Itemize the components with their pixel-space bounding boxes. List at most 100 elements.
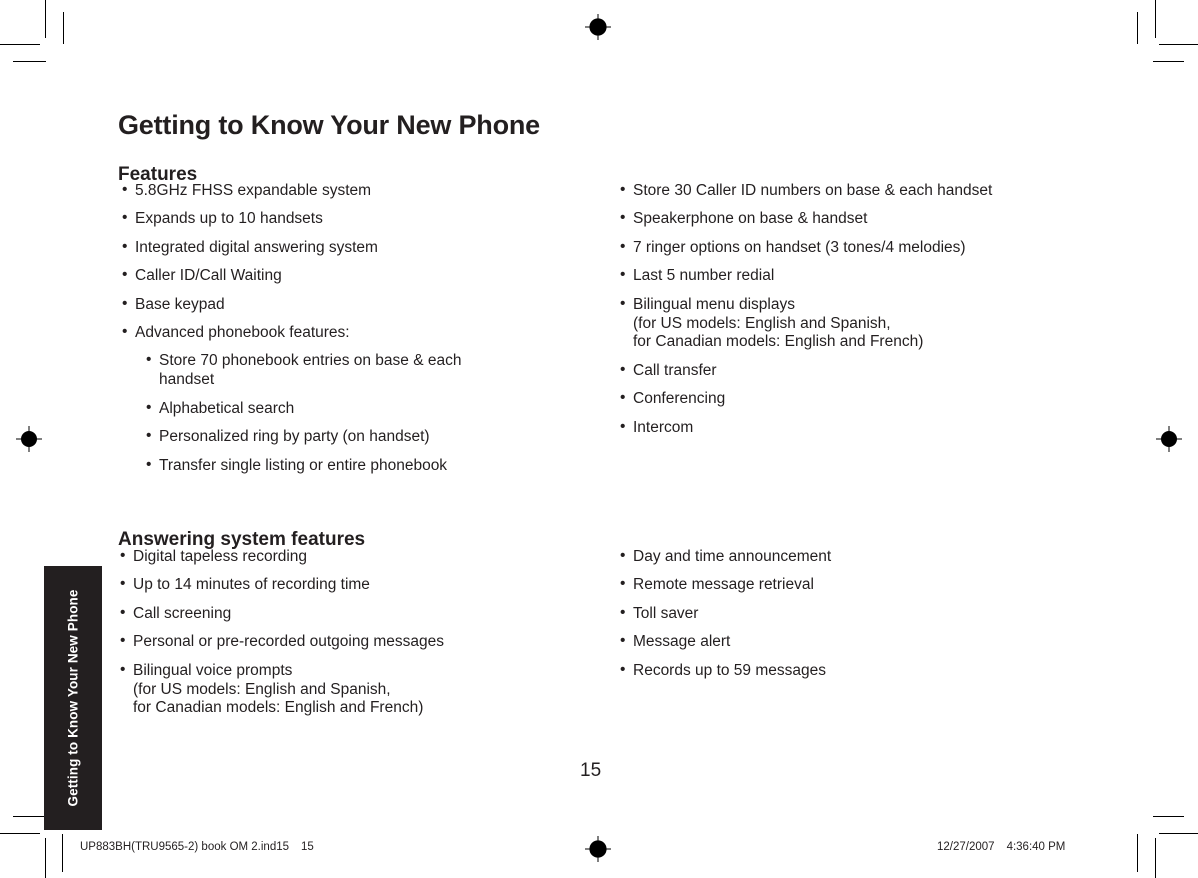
list-item-line: Advanced phonebook features: bbox=[135, 324, 350, 342]
crop-mark-bottom-left-horizontal-inner bbox=[13, 816, 46, 817]
list-item-line: Caller ID/Call Waiting bbox=[135, 267, 282, 285]
crop-mark-top-right-vertical-inner bbox=[1137, 12, 1138, 44]
crop-mark-top-right-horizontal-outer bbox=[1159, 44, 1198, 45]
list-item: Toll saver bbox=[620, 605, 1040, 624]
list-item: Conferencing bbox=[620, 390, 1090, 409]
list-item-line: Personal or pre-recorded outgoing messag… bbox=[133, 633, 445, 651]
list-item: Store 30 Caller ID numbers on base & eac… bbox=[620, 182, 1090, 201]
crop-mark-bottom-right-vertical-inner bbox=[1137, 834, 1138, 872]
list-item-line: for Canadian models: English and French) bbox=[633, 333, 924, 351]
list-item-line: Last 5 number redial bbox=[633, 267, 775, 285]
registration-mark-right-middle bbox=[1156, 426, 1182, 452]
list-item-line: Conferencing bbox=[633, 390, 726, 408]
list-item: Day and time announcement bbox=[620, 548, 1040, 567]
list-item-line: Day and time announcement bbox=[633, 548, 832, 565]
list-item-line: Bilingual voice prompts bbox=[133, 661, 293, 679]
crop-mark-bottom-right-horizontal-outer bbox=[1159, 833, 1198, 834]
list-item: Digital tapeless recording bbox=[120, 548, 590, 567]
list-item: Call screening bbox=[120, 605, 590, 624]
list-item: Base keypad bbox=[122, 296, 542, 315]
chapter-side-tab-label: Getting to Know Your New Phone bbox=[65, 589, 81, 807]
list-item: Personal or pre-recorded outgoing messag… bbox=[120, 633, 590, 652]
sub-list-item-line: Store 70 phonebook entries on base & eac… bbox=[159, 352, 462, 370]
footer-timestamp: 12/27/2007 4:36:40 PM bbox=[937, 841, 1065, 853]
list-item-line: Records up to 59 messages bbox=[633, 661, 826, 679]
list-item: Integrated digital answering system bbox=[122, 239, 542, 258]
list-item: Speakerphone on base & handset bbox=[620, 210, 1090, 229]
features-left-sublist: Store 70 phonebook entries on base & eac… bbox=[135, 352, 542, 475]
features-right-list: Store 30 Caller ID numbers on base & eac… bbox=[620, 182, 1090, 438]
crop-mark-top-left-horizontal-outer bbox=[0, 44, 40, 45]
answering-left-list: Digital tapeless recording Up to 14 minu… bbox=[120, 548, 590, 718]
list-item-line: 5.8GHz FHSS expandable system bbox=[135, 182, 372, 199]
list-item-line: Base keypad bbox=[135, 295, 225, 313]
crop-mark-bottom-left-vertical-outer bbox=[62, 834, 63, 872]
list-item: Bilingual voice prompts (for US models: … bbox=[120, 662, 590, 719]
answering-right-column: Day and time announcement Remote message… bbox=[620, 548, 1040, 681]
crop-mark-bottom-left-vertical-inner bbox=[45, 838, 46, 878]
sub-list-item-line: handset bbox=[159, 371, 215, 389]
list-item-line: Speakerphone on base & handset bbox=[633, 210, 868, 228]
list-item: Message alert bbox=[620, 633, 1040, 652]
sub-list-item: Alphabetical search bbox=[146, 400, 542, 419]
crop-mark-bottom-right-horizontal-inner bbox=[1153, 816, 1184, 817]
chapter-side-tab: Getting to Know Your New Phone bbox=[44, 566, 102, 830]
list-item: Remote message retrieval bbox=[620, 576, 1040, 595]
sub-list-item-line: Personalized ring by party (on handset) bbox=[159, 428, 430, 446]
list-item: Advanced phonebook features: Store 70 ph… bbox=[122, 324, 542, 475]
answering-right-list: Day and time announcement Remote message… bbox=[620, 548, 1040, 681]
list-item: Bilingual menu displays (for US models: … bbox=[620, 296, 1090, 353]
sub-list-item: Personalized ring by party (on handset) bbox=[146, 428, 542, 447]
list-item-line: Up to 14 minutes of recording time bbox=[133, 576, 370, 594]
sub-list-item-line: Alphabetical search bbox=[159, 399, 295, 417]
list-item-line: Digital tapeless recording bbox=[133, 548, 308, 565]
list-item: 5.8GHz FHSS expandable system bbox=[122, 182, 542, 201]
list-item-line: Toll saver bbox=[633, 604, 699, 622]
list-item-line: Expands up to 10 handsets bbox=[135, 210, 323, 228]
list-item: Intercom bbox=[620, 419, 1090, 438]
features-left-column: 5.8GHz FHSS expandable system Expands up… bbox=[122, 182, 542, 475]
sub-list-item: Transfer single listing or entire phoneb… bbox=[146, 457, 542, 476]
list-item-line: Bilingual menu displays bbox=[633, 295, 795, 313]
list-item-line: for Canadian models: English and French) bbox=[133, 699, 424, 717]
features-right-column: Store 30 Caller ID numbers on base & eac… bbox=[620, 182, 1090, 438]
sub-list-item-line: Transfer single listing or entire phoneb… bbox=[159, 456, 448, 474]
list-item-line: Call screening bbox=[133, 604, 232, 622]
list-item-line: (for US models: English and Spanish, bbox=[633, 314, 891, 332]
crop-mark-top-right-horizontal-inner bbox=[1153, 61, 1184, 62]
features-left-list: 5.8GHz FHSS expandable system Expands up… bbox=[122, 182, 542, 475]
list-item-line: 7 ringer options on handset (3 tones/4 m… bbox=[633, 238, 966, 256]
document-page: Getting to Know Your New Phone Features … bbox=[0, 0, 1198, 878]
list-item: Last 5 number redial bbox=[620, 267, 1090, 286]
list-item: Up to 14 minutes of recording time bbox=[120, 576, 590, 595]
footer-sheet-index: 15 bbox=[301, 841, 314, 853]
list-item: Call transfer bbox=[620, 362, 1090, 381]
list-item-line: (for US models: English and Spanish, bbox=[133, 680, 391, 698]
list-item-line: Integrated digital answering system bbox=[135, 238, 378, 256]
crop-mark-top-right-vertical-outer bbox=[1155, 0, 1156, 38]
footer-date: 12/27/2007 bbox=[937, 841, 995, 853]
page-number: 15 bbox=[580, 760, 602, 781]
list-item-line: Store 30 Caller ID numbers on base & eac… bbox=[633, 182, 993, 199]
list-item: Records up to 59 messages bbox=[620, 662, 1040, 681]
crop-mark-bottom-left-horizontal-outer bbox=[0, 833, 40, 834]
footer-file-info: UP883BH(TRU9565-2) book OM 2.ind15 15 bbox=[80, 841, 314, 853]
crop-mark-top-left-vertical-inner bbox=[63, 12, 64, 44]
crop-mark-bottom-right-vertical-outer bbox=[1155, 838, 1156, 878]
answering-left-column: Digital tapeless recording Up to 14 minu… bbox=[120, 548, 590, 718]
list-item: Expands up to 10 handsets bbox=[122, 210, 542, 229]
crop-mark-top-left-vertical-outer bbox=[45, 0, 46, 38]
footer-time: 4:36:40 PM bbox=[1006, 841, 1066, 853]
sub-list-item: Store 70 phonebook entries on base & eac… bbox=[146, 352, 542, 390]
registration-mark-top-center bbox=[585, 14, 611, 40]
crop-mark-top-left-horizontal-inner bbox=[13, 61, 46, 62]
footer-file-name: UP883BH(TRU9565-2) book OM 2.ind15 bbox=[80, 841, 290, 853]
registration-mark-left-middle bbox=[16, 426, 42, 452]
list-item: Caller ID/Call Waiting bbox=[122, 267, 542, 286]
list-item-line: Call transfer bbox=[633, 361, 717, 379]
list-item-line: Intercom bbox=[633, 418, 694, 436]
page-title: Getting to Know Your New Phone bbox=[118, 110, 540, 141]
list-item: 7 ringer options on handset (3 tones/4 m… bbox=[620, 239, 1090, 258]
list-item-line: Remote message retrieval bbox=[633, 576, 814, 594]
registration-mark-bottom-center bbox=[585, 836, 611, 862]
